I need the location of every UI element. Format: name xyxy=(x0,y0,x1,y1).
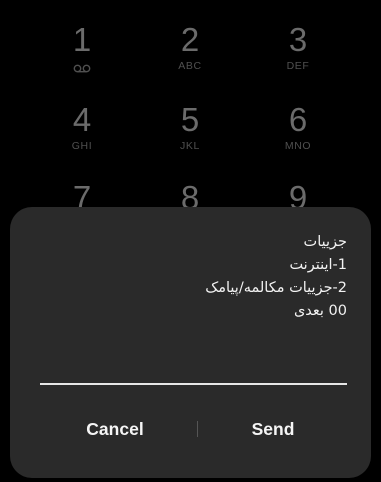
ussd-screen: 1 2 ABC 3 DEF 4 GHI 5 JKL 6 MNO 7 8 9 جز… xyxy=(0,0,381,482)
message-line: 1-اینترنت xyxy=(289,257,347,273)
key-digit: 5 xyxy=(180,101,200,138)
send-button[interactable]: Send xyxy=(188,411,358,447)
key-3[interactable]: 3 DEF xyxy=(243,22,353,92)
message-line: جزییات xyxy=(303,234,347,250)
key-1[interactable]: 1 xyxy=(27,22,137,92)
ussd-dialog: جزییات 1-اینترنت 2-جزییات مکالمه/پیامک 0… xyxy=(10,207,371,478)
message-line: 00 بعدی xyxy=(293,303,347,319)
key-letters: DEF xyxy=(286,60,310,72)
key-6[interactable]: 6 MNO xyxy=(243,102,353,172)
key-2[interactable]: 2 ABC xyxy=(135,22,245,92)
message-line: 2-جزییات مکالمه/پیامک xyxy=(205,280,347,296)
input-underline xyxy=(40,383,347,385)
key-digit: 1 xyxy=(72,21,92,58)
dialog-actions: Cancel Send xyxy=(10,411,371,447)
reply-input[interactable] xyxy=(40,357,347,383)
key-letters: ABC xyxy=(178,60,202,72)
key-digit: 2 xyxy=(180,21,200,58)
key-5[interactable]: 5 JKL xyxy=(135,102,245,172)
key-letters: GHI xyxy=(71,140,93,152)
key-letters: JKL xyxy=(180,140,200,152)
key-digit: 6 xyxy=(288,101,308,138)
voicemail-icon xyxy=(73,64,91,73)
key-digit: 4 xyxy=(72,101,92,138)
ussd-message: جزییات 1-اینترنت 2-جزییات مکالمه/پیامک 0… xyxy=(47,231,347,323)
reply-input-area xyxy=(40,357,347,385)
key-digit: 3 xyxy=(288,21,308,58)
key-letters: MNO xyxy=(284,140,312,152)
cancel-button[interactable]: Cancel xyxy=(30,411,200,447)
key-4[interactable]: 4 GHI xyxy=(27,102,137,172)
